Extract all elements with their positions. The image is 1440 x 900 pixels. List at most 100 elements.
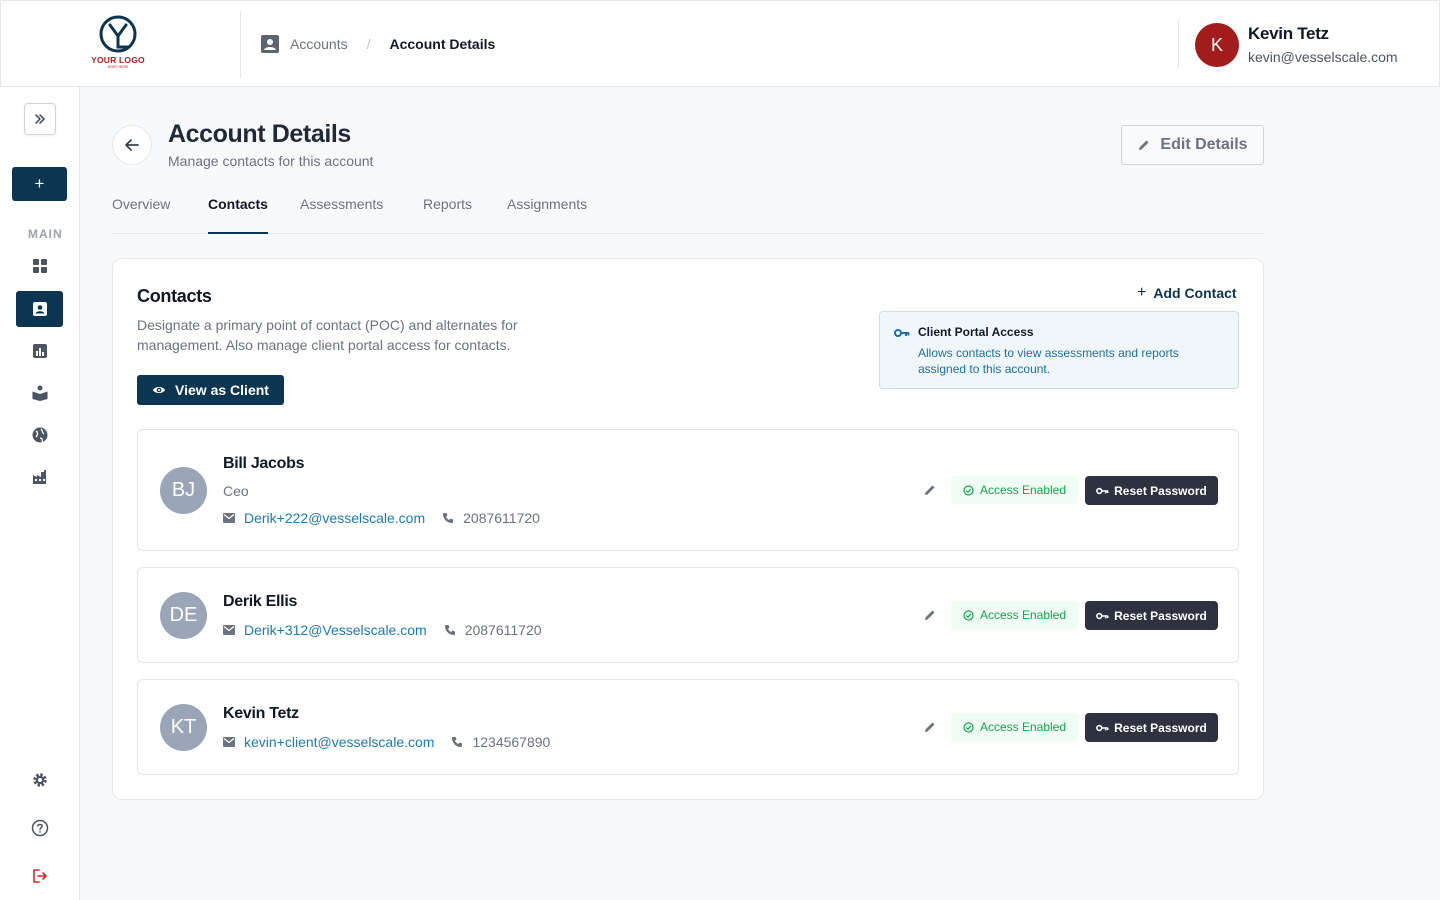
contact-row: DE Derik Ellis Derik+312@Vesselscale.com… bbox=[137, 567, 1239, 663]
mail-icon bbox=[223, 737, 235, 747]
sidebar-item-accounts[interactable] bbox=[16, 291, 63, 327]
tab-assignments[interactable]: Assignments bbox=[507, 196, 587, 234]
tab-assessments[interactable]: Assessments bbox=[300, 196, 383, 234]
add-new-button[interactable]: + bbox=[12, 167, 67, 201]
pencil-icon bbox=[925, 722, 935, 732]
sidebar-section-label: MAIN bbox=[28, 227, 63, 241]
user-name[interactable]: Kevin Tetz bbox=[1248, 24, 1329, 44]
edit-details-button[interactable]: Edit Details bbox=[1121, 125, 1264, 165]
pencil-icon bbox=[1139, 140, 1149, 150]
user-avatar[interactable]: K bbox=[1195, 23, 1239, 67]
edit-contact-button[interactable] bbox=[921, 718, 939, 736]
globe-icon bbox=[32, 427, 47, 443]
key-icon bbox=[1096, 724, 1109, 731]
check-circle-icon bbox=[963, 484, 974, 496]
reset-password-label: Reset Password bbox=[1114, 483, 1207, 498]
reset-password-button[interactable]: Reset Password bbox=[1085, 713, 1218, 742]
phone-icon bbox=[443, 513, 454, 523]
book-icon bbox=[32, 385, 47, 401]
dashboard-icon bbox=[32, 259, 47, 273]
company-logo[interactable]: YOUR LOGO DOES HERE bbox=[81, 15, 155, 71]
key-icon bbox=[1096, 612, 1109, 619]
contact-row: KT Kevin Tetz kevin+client@vesselscale.c… bbox=[137, 679, 1239, 775]
sidebar-item-settings[interactable] bbox=[16, 762, 63, 798]
breadcrumb-current: Account Details bbox=[389, 36, 496, 52]
phone-icon bbox=[452, 737, 463, 747]
contact-phone: 2087611720 bbox=[464, 622, 542, 638]
reset-password-button[interactable]: Reset Password bbox=[1085, 601, 1218, 630]
contact-info: kevin+client@vesselscale.com 1234567890 bbox=[223, 734, 550, 750]
reset-password-label: Reset Password bbox=[1114, 608, 1207, 623]
arrow-left-icon bbox=[125, 139, 139, 151]
contact-name: Kevin Tetz bbox=[223, 705, 299, 722]
back-button[interactable] bbox=[112, 125, 152, 165]
eye-icon bbox=[153, 387, 166, 393]
reset-password-label: Reset Password bbox=[1114, 720, 1207, 735]
sidebar: + MAIN bbox=[0, 87, 80, 900]
contact-info: Derik+222@vesselscale.com 2087611720 bbox=[223, 510, 540, 526]
add-contact-label: Add Contact bbox=[1153, 285, 1237, 301]
contacts-card-title: Contacts bbox=[137, 286, 212, 306]
logout-icon bbox=[32, 869, 47, 883]
tab-bar: Overview Contacts Assessments Reports As… bbox=[112, 196, 1264, 234]
gear-icon bbox=[32, 773, 47, 787]
breadcrumb: Accounts / Account Details bbox=[260, 34, 495, 54]
contact-name: Bill Jacobs bbox=[223, 455, 305, 472]
sidebar-item-logout[interactable] bbox=[16, 858, 63, 894]
breadcrumb-accounts-link[interactable]: Accounts bbox=[290, 36, 348, 52]
page-title: Account Details bbox=[168, 120, 351, 148]
breadcrumb-separator: / bbox=[366, 36, 371, 52]
tab-overview[interactable]: Overview bbox=[112, 196, 170, 234]
help-icon bbox=[31, 819, 48, 837]
check-circle-icon bbox=[963, 721, 974, 733]
tab-reports[interactable]: Reports bbox=[423, 196, 472, 234]
sidebar-item-facilities[interactable] bbox=[16, 459, 63, 495]
check-circle-icon bbox=[963, 609, 974, 621]
status-badge-label: Access Enabled bbox=[979, 483, 1067, 497]
avatar: DE bbox=[160, 592, 207, 639]
header-divider bbox=[1178, 21, 1179, 68]
logo-mark-icon bbox=[99, 15, 137, 53]
key-icon bbox=[894, 329, 910, 337]
contact-card-icon bbox=[261, 35, 279, 53]
add-contact-button[interactable]: + Add Contact bbox=[1137, 284, 1237, 302]
client-portal-description: Allows contacts to view assessments and … bbox=[918, 346, 1179, 376]
contact-phone: 2087611720 bbox=[463, 510, 540, 526]
sidebar-item-learning[interactable] bbox=[16, 375, 63, 411]
plus-icon: + bbox=[1137, 284, 1147, 301]
key-icon bbox=[1096, 487, 1109, 494]
contact-email-link[interactable]: kevin+client@vesselscale.com bbox=[244, 734, 434, 750]
client-portal-info: Client Portal Access Allows contacts to … bbox=[879, 311, 1239, 389]
contact-info: Derik+312@Vesselscale.com 2087611720 bbox=[223, 622, 542, 638]
edit-contact-button[interactable] bbox=[921, 481, 939, 499]
status-badge: Access Enabled bbox=[951, 601, 1078, 629]
page-subtitle: Manage contacts for this account bbox=[168, 153, 374, 169]
header-divider bbox=[240, 11, 241, 78]
mail-icon bbox=[223, 625, 235, 635]
sidebar-item-dashboard[interactable] bbox=[16, 248, 63, 284]
sidebar-item-web[interactable] bbox=[16, 417, 63, 453]
chart-icon bbox=[32, 344, 47, 358]
pencil-icon bbox=[925, 485, 935, 495]
chevrons-right-icon bbox=[35, 114, 45, 124]
tab-contacts[interactable]: Contacts bbox=[208, 196, 268, 234]
edit-contact-button[interactable] bbox=[921, 606, 939, 624]
contact-email-link[interactable]: Derik+312@Vesselscale.com bbox=[244, 622, 427, 638]
mail-icon bbox=[223, 513, 235, 523]
status-badge: Access Enabled bbox=[951, 476, 1078, 504]
contact-email-link[interactable]: Derik+222@vesselscale.com bbox=[244, 510, 425, 526]
expand-sidebar-button[interactable] bbox=[24, 103, 56, 135]
contacts-card-description: Designate a primary point of contact (PO… bbox=[137, 317, 518, 353]
view-as-client-button[interactable]: View as Client bbox=[137, 375, 284, 405]
status-badge: Access Enabled bbox=[951, 713, 1078, 741]
sidebar-item-help[interactable] bbox=[16, 810, 63, 846]
factory-icon bbox=[32, 470, 46, 484]
reset-password-button[interactable]: Reset Password bbox=[1085, 476, 1218, 505]
logo-text: YOUR LOGO bbox=[91, 55, 145, 65]
contact-phone: 1234567890 bbox=[472, 734, 551, 750]
client-portal-title: Client Portal Access bbox=[918, 325, 1034, 339]
logo-subtext: DOES HERE bbox=[107, 65, 129, 69]
contact-name: Derik Ellis bbox=[223, 593, 298, 610]
status-badge-label: Access Enabled bbox=[979, 720, 1067, 734]
sidebar-item-reports[interactable] bbox=[16, 333, 63, 369]
